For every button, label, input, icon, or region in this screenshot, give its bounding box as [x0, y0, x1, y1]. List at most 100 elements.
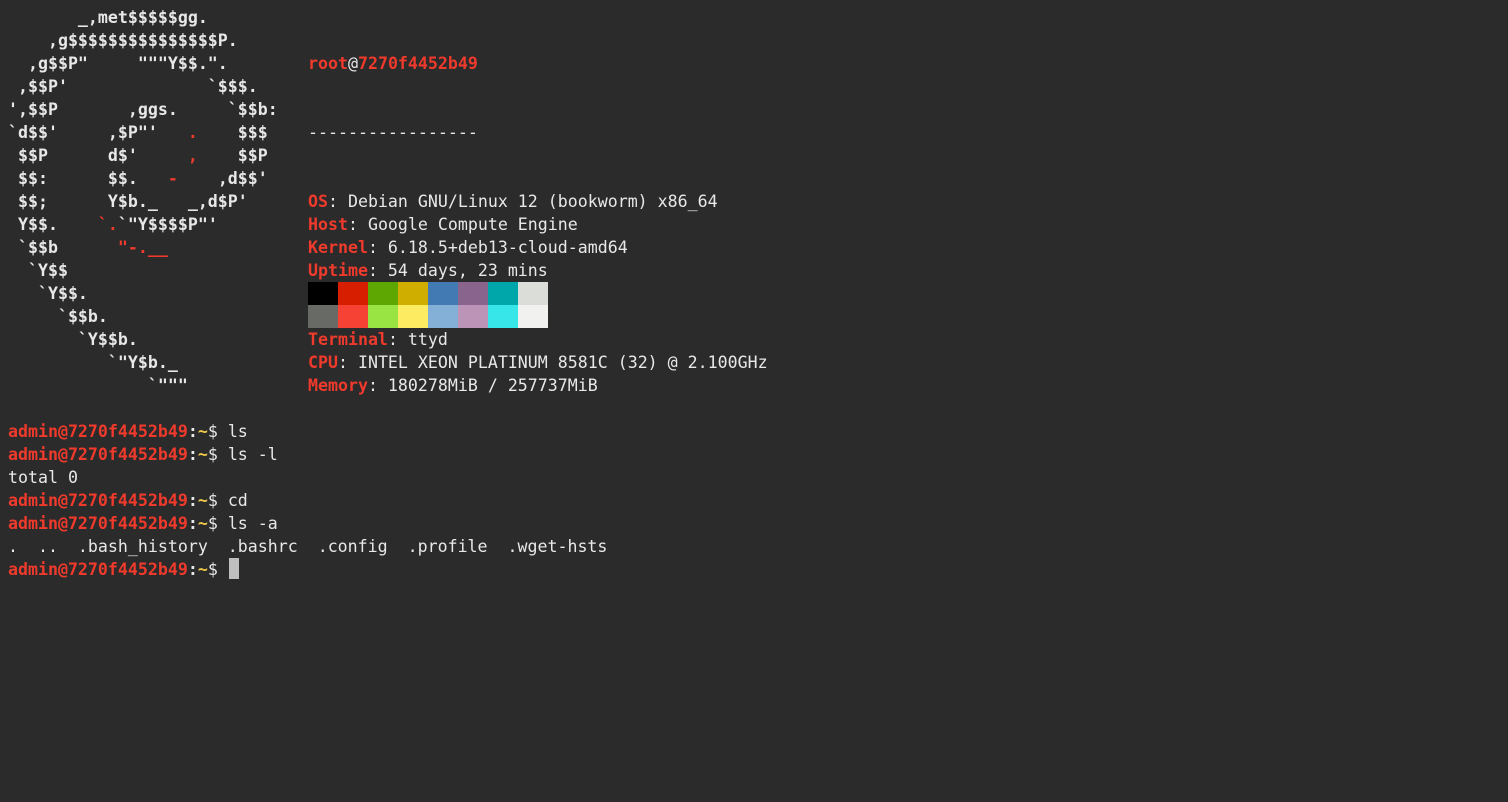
output-line: . .. .bash_history .bashrc .config .prof… — [8, 537, 608, 556]
prompt-user-host: admin@7270f4452b49 — [8, 445, 188, 464]
bright-swatch-6 — [488, 305, 518, 328]
info-key: Kernel — [308, 238, 368, 257]
info-value: : Debian GNU/Linux 12 (bookworm) x86_64 — [327, 192, 718, 211]
prompt-path: ~ — [197, 422, 208, 441]
normal-swatch-6 — [488, 282, 518, 305]
info-value: : Google Compute Engine — [347, 215, 578, 234]
logo-accent-segment: . — [187, 123, 198, 142]
bright-swatch-4 — [428, 305, 458, 328]
info-line-kernel: Kernel: 6.18.5+deb13-cloud-amd64 — [308, 236, 768, 259]
normal-swatch-0 — [308, 282, 338, 305]
info-value: : 180278MiB / 257737MiB — [367, 376, 598, 395]
terminal-cursor[interactable] — [228, 558, 239, 579]
prompt-separator: : — [187, 445, 198, 464]
prompt-user-host: admin@7270f4452b49 — [8, 560, 188, 579]
prompt-line: admin@7270f4452b49:~$ ls -a — [8, 512, 607, 535]
prompt-user-host: admin@7270f4452b49 — [8, 491, 188, 510]
system-info-panel: root@7270f4452b49 ----------------- OS: … — [308, 6, 768, 443]
title-at: @ — [347, 54, 358, 73]
bright-swatch-1 — [338, 305, 368, 328]
bright-swatch-3 — [398, 305, 428, 328]
logo-segment: $$; Y$b._ _,d$P' — [8, 192, 248, 211]
prompt-path: ~ — [197, 514, 208, 533]
prompt-line: admin@7270f4452b49:~$ ls -l — [8, 443, 607, 466]
bright-swatch-0 — [308, 305, 338, 328]
shell-session[interactable]: admin@7270f4452b49:~$ ls admin@7270f4452b… — [8, 420, 607, 581]
command-text: ls -l — [227, 445, 278, 464]
info-line-cpu: CPU: INTEL XEON PLATINUM 8581C (32) @ 2.… — [308, 351, 768, 374]
title-host: 7270f4452b49 — [357, 54, 478, 73]
prompt-symbol: $ — [207, 422, 228, 441]
prompt-user-host: admin@7270f4452b49 — [8, 422, 188, 441]
debian-ascii-logo: _,met$$$$$gg. ,g$$$$$$$$$$$$$$$P. ,g$$P"… — [8, 6, 278, 397]
prompt-symbol: $ — [207, 445, 228, 464]
logo-accent-segment: - — [167, 169, 178, 188]
normal-swatch-4 — [428, 282, 458, 305]
info-key: Terminal — [308, 330, 388, 349]
bright-swatch-7 — [518, 305, 548, 328]
logo-segment: `"Y$b._ — [8, 353, 178, 372]
logo-segment: `d$$' ,$P"' — [8, 123, 188, 142]
prompt-symbol: $ — [207, 491, 228, 510]
prompt-symbol: $ — [207, 514, 228, 533]
prompt-line: admin@7270f4452b49:~$ ls — [8, 420, 607, 443]
logo-segment: $$: $$. — [8, 169, 168, 188]
prompt-separator: : — [187, 560, 198, 579]
info-separator: ----------------- — [308, 123, 478, 142]
logo-segment: `$$b — [8, 238, 118, 257]
logo-segment: ,d$$' — [177, 169, 268, 188]
logo-accent-segment: "-.__ — [117, 238, 168, 257]
info-line-terminal: Terminal: ttyd — [308, 328, 768, 351]
logo-accent-segment: `. — [97, 215, 118, 234]
prompt-line: admin@7270f4452b49:~$ — [8, 558, 607, 581]
terminal-window[interactable]: _,met$$$$$gg. ,g$$$$$$$$$$$$$$$P. ,g$$P"… — [0, 0, 1508, 802]
logo-segment: `$$b. — [8, 307, 108, 326]
info-key: Memory — [308, 376, 368, 395]
output-line: total 0 — [8, 468, 78, 487]
bright-swatch-5 — [458, 305, 488, 328]
logo-segment: `""" — [8, 376, 188, 395]
prompt-separator: : — [187, 514, 198, 533]
logo-segment: _,met$$$$$gg. — [8, 8, 208, 27]
logo-segment: `Y$$. — [8, 284, 88, 303]
info-key: Host — [308, 215, 348, 234]
info-title: root@7270f4452b49 — [308, 52, 768, 75]
command-text: ls — [227, 422, 248, 441]
normal-swatch-1 — [338, 282, 368, 305]
normal-swatch-5 — [458, 282, 488, 305]
title-user: root — [308, 54, 348, 73]
info-value: : INTEL XEON PLATINUM 8581C (32) @ 2.100… — [337, 353, 768, 372]
logo-segment: `"Y$$$$P"' — [117, 215, 218, 234]
logo-segment: `Y$$ — [8, 261, 68, 280]
info-value: : ttyd — [387, 330, 448, 349]
prompt-user-host: admin@7270f4452b49 — [8, 514, 188, 533]
prompt-separator: : — [187, 491, 198, 510]
logo-segment: `Y$$b. — [8, 330, 138, 349]
normal-swatch-7 — [518, 282, 548, 305]
prompt-path: ~ — [197, 560, 208, 579]
info-line-os: OS: Debian GNU/Linux 12 (bookworm) x86_6… — [308, 190, 768, 213]
prompt-path: ~ — [197, 491, 208, 510]
command-text: cd — [227, 491, 248, 510]
normal-swatch-3 — [398, 282, 428, 305]
prompt-separator: : — [187, 422, 198, 441]
palette-bright-row — [308, 305, 548, 328]
info-key: Uptime — [308, 261, 368, 280]
logo-segment: ,$$P' `$$$. — [8, 77, 258, 96]
command-text: ls -a — [227, 514, 278, 533]
palette-normal-row — [308, 282, 548, 305]
info-key: CPU — [308, 353, 338, 372]
prompt-symbol: $ — [207, 560, 228, 579]
prompt-path: ~ — [197, 445, 208, 464]
prompt-line: admin@7270f4452b49:~$ cd — [8, 489, 607, 512]
info-value: : 6.18.5+deb13-cloud-amd64 — [367, 238, 628, 257]
logo-segment: $$$ — [197, 123, 268, 142]
logo-segment: ,g$$P" """Y$$.". — [8, 54, 228, 73]
info-line-memory: Memory: 180278MiB / 257737MiB — [308, 374, 768, 397]
info-line-uptime: Uptime: 54 days, 23 mins — [308, 259, 768, 282]
logo-segment: $$P d$' — [8, 146, 188, 165]
bright-swatch-2 — [368, 305, 398, 328]
logo-segment: Y$$. — [8, 215, 98, 234]
info-key: OS — [308, 192, 328, 211]
normal-swatch-2 — [368, 282, 398, 305]
